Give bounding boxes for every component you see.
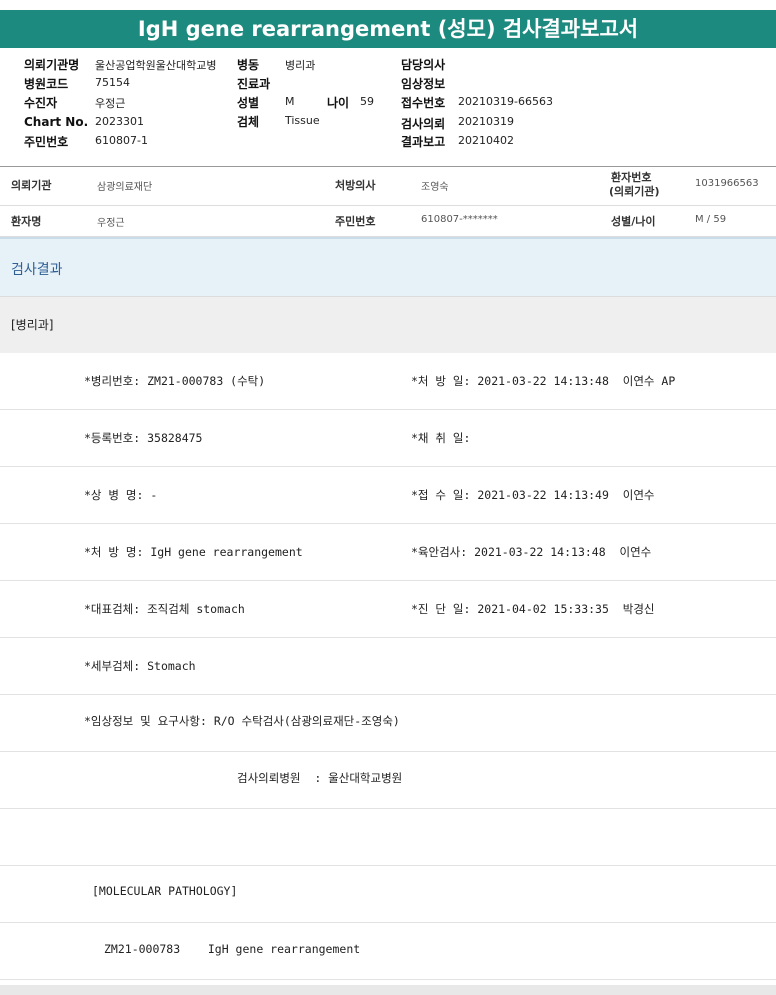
institution-value: 삼광의료재단 [97,182,153,193]
molecular-pathology-heading: [MOLECULAR PATHOLOGY] [92,884,238,898]
receipt-label: 접수번호 [401,96,446,110]
sex-value: M [285,95,295,108]
collector-value: 우정근 [95,97,126,110]
gross-exam: *육안검사: 2021-03-22 14:13:48 이연수 [411,545,652,559]
collection-date: *채 취 일: [411,431,471,445]
patient-info: 의뢰기관 삼광의료재단 처방의사 조영숙 환자번호 (의뢰기관) 1031966… [0,168,776,237]
result-row: *상 병 명: - *접 수 일: 2021-03-22 14:13:49 이연… [0,467,776,524]
info-row: 의뢰기관 삼광의료재단 처방의사 조영숙 환자번호 (의뢰기관) 1031966… [0,168,776,206]
rrn-info-label: 주민번호 [335,215,376,228]
institution-label: 의뢰기관 [11,179,52,192]
request-label: 검사의뢰 [401,117,446,131]
code-value: 75154 [95,76,130,89]
sex-label: 성별 [237,96,260,110]
pathology-number: *병리번호: ZM21-000783 (수탁) [84,374,266,388]
age-value: 59 [360,95,374,108]
result-row: [MOLECULAR PATHOLOGY] [0,866,776,923]
detail-specimen: *세부검체: Stomach [84,659,196,673]
result-row: ZM21-000783 IgH gene rearrangement [0,923,776,980]
report-value: 20210402 [458,134,514,147]
result-row: *세부검체: Stomach [0,638,776,695]
receipt-date: *접 수 일: 2021-03-22 14:13:49 이연수 [411,488,655,502]
diagnosis-date: *진 단 일: 2021-04-02 15:33:35 박경신 [411,602,655,616]
code-label: 병원코드 [24,77,69,91]
rrn-value: 610807-1 [95,134,148,147]
specimen-label: 검체 [237,115,260,129]
clinical-label: 임상정보 [401,77,446,91]
rrn-label: 주민번호 [24,135,69,149]
patient-name-value: 우정근 [97,218,125,229]
collector-label: 수진자 [24,96,58,110]
report-label: 결과보고 [401,135,446,149]
patient-no-value: 1031966563 [695,178,759,189]
prescription-date: *처 방 일: 2021-03-22 14:13:48 이연수 AP [411,374,676,388]
chart-value: 2023301 [95,115,144,128]
result-row: 검사의뢰병원 : 울산대학교병원 [0,752,776,809]
sex-age-value: M / 59 [695,214,727,225]
patient-no-sublabel: (의뢰기관) [609,185,660,198]
registration-number: *등록번호: 35828475 [84,431,203,445]
org-value: 울산공업학원울산대학교병 [95,59,217,72]
ward-value: 병리과 [285,59,316,72]
sex-age-label: 성별/나이 [611,215,656,228]
department-tag: [병리과] [11,318,54,332]
result-row: *대표검체: 조직검체 stomach *진 단 일: 2021-04-02 1… [0,581,776,638]
rrn-info-value: 610807-******* [421,214,498,225]
age-label: 나이 [327,96,350,110]
org-label: 의뢰기관명 [24,58,80,72]
info-row: 환자명 우정근 주민번호 610807-******* 성별/나이 M / 59 [0,205,776,237]
report-title: IgH gene rearrangement (성모) 검사결과보고서 [0,10,776,48]
prescriber-label: 처방의사 [335,179,376,192]
representative-specimen: *대표검체: 조직검체 stomach [84,602,245,616]
request-value: 20210319 [458,115,514,128]
result-row: *처 방 명: IgH gene rearrangement *육안검사: 20… [0,524,776,581]
diagnosis-name: *상 병 명: - [84,488,158,502]
dept-label: 진료과 [237,77,271,91]
clinical-request: *임상정보 및 요구사항: R/O 수탁검사(삼광의료재단-조영숙) [84,714,400,728]
prescriber-value: 조영숙 [421,182,449,193]
test-line: ZM21-000783 IgH gene rearrangement [104,942,361,956]
ward-label: 병동 [237,58,260,72]
receipt-value: 20210319-66563 [458,95,553,108]
requesting-hospital: 검사의뢰병원 : 울산대학교병원 [237,771,403,785]
result-row: *등록번호: 35828475 *채 취 일: [0,410,776,467]
patient-name-label: 환자명 [11,215,42,228]
department-tag-row: [병리과] [0,296,776,354]
result-row: *병리번호: ZM21-000783 (수탁) *처 방 일: 2021-03-… [0,353,776,410]
prescription-name: *처 방 명: IgH gene rearrangement [84,545,303,559]
doctor-label: 담당의사 [401,58,446,72]
result-row: *임상정보 및 요구사항: R/O 수탁검사(삼광의료재단-조영숙) [0,695,776,752]
results-title-text: 검사결과 [11,262,63,278]
report-header: 의뢰기관명 울산공업학원울산대학교병 병동 병리과 담당의사 병원코드 7515… [0,48,776,167]
specimen-value: Tissue [285,114,320,127]
chart-label: Chart No. [24,115,89,129]
horizontal-scrollbar[interactable] [0,985,776,995]
result-row-empty [0,809,776,866]
results-section-title: 검사결과 [0,237,776,297]
